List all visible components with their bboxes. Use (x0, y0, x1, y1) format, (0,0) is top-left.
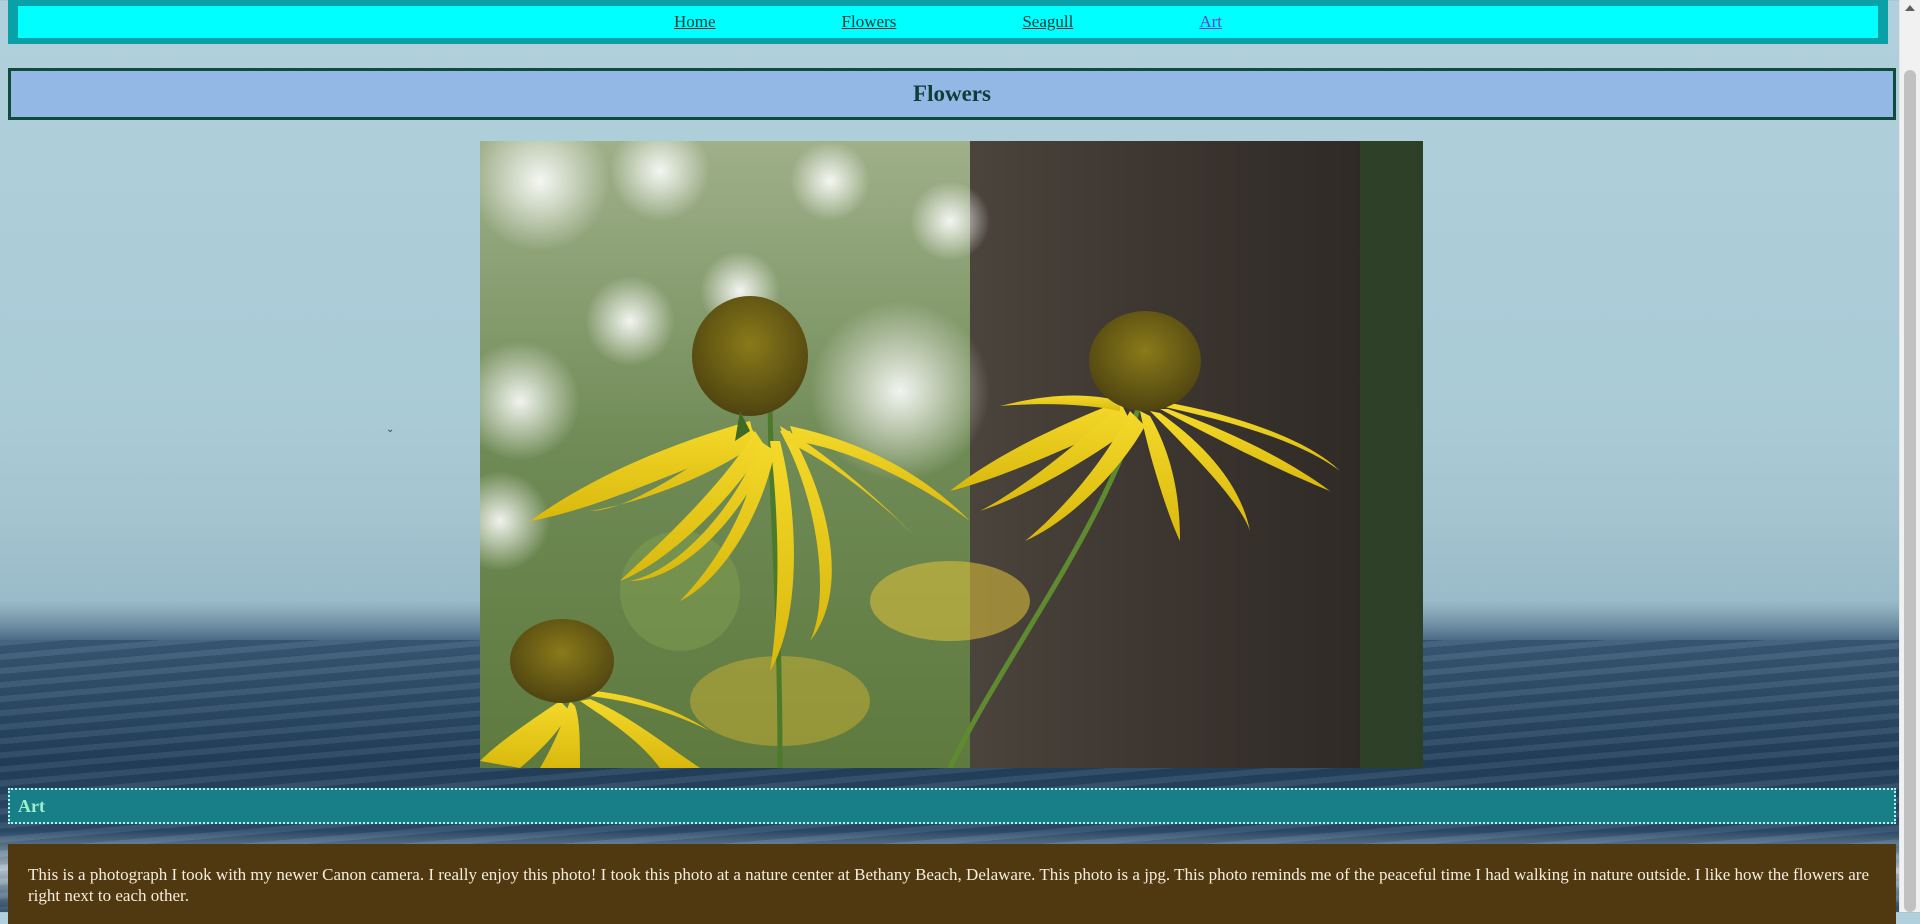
flower-photo (480, 141, 1423, 768)
top-navigation-inner: Home Flowers Seagull Art (18, 6, 1878, 38)
page-title: Flowers (913, 81, 991, 106)
scrollbar-thumb[interactable] (1904, 70, 1916, 912)
art-heading-text: Art (18, 795, 45, 816)
nav-link-seagull[interactable]: Seagull (1022, 12, 1073, 32)
photo-description: This is a photograph I took with my newe… (8, 844, 1896, 924)
nav-link-art[interactable]: Art (1199, 12, 1222, 32)
description-text: This is a photograph I took with my newe… (28, 865, 1870, 905)
nav-link-flowers[interactable]: Flowers (842, 12, 897, 32)
vertical-scrollbar[interactable] (1899, 0, 1920, 912)
page-header: Flowers (8, 68, 1896, 120)
top-navigation: Home Flowers Seagull Art (8, 0, 1888, 44)
scroll-up-arrow-icon[interactable] (1905, 5, 1915, 11)
nav-link-home[interactable]: Home (674, 12, 716, 32)
art-section-heading: Art (8, 788, 1896, 824)
bird-icon: ⌄ (386, 424, 395, 435)
